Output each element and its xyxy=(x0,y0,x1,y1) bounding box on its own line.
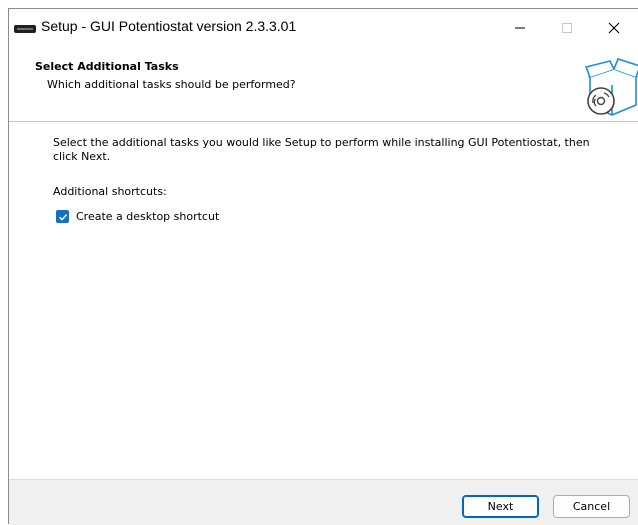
page-subtitle: Which additional tasks should be perform… xyxy=(47,78,296,91)
page-title: Select Additional Tasks xyxy=(35,60,179,73)
software-box-cd-icon xyxy=(584,58,638,116)
window-title: Setup - GUI Potentiostat version 2.3.3.0… xyxy=(41,18,297,34)
minimize-icon xyxy=(515,27,525,28)
close-icon xyxy=(608,22,620,33)
intro-text: Select the additional tasks you would li… xyxy=(53,136,590,163)
desktop-shortcut-option[interactable]: Create a desktop shortcut xyxy=(56,210,219,223)
maximize-icon xyxy=(562,22,572,33)
cancel-button[interactable]: Cancel xyxy=(553,495,630,518)
minimize-button[interactable] xyxy=(497,9,543,46)
wizard-header: Select Additional Tasks Which additional… xyxy=(9,46,638,122)
next-button[interactable]: Next xyxy=(462,495,539,518)
setup-window: Setup - GUI Potentiostat version 2.3.3.0… xyxy=(8,8,638,525)
additional-shortcuts-label: Additional shortcuts: xyxy=(53,185,167,198)
maximize-button[interactable] xyxy=(544,9,590,46)
wizard-content: Select the additional tasks you would li… xyxy=(9,122,638,480)
desktop-shortcut-label: Create a desktop shortcut xyxy=(76,210,220,223)
title-bar[interactable]: Setup - GUI Potentiostat version 2.3.3.0… xyxy=(9,9,638,46)
wizard-footer: Next Cancel xyxy=(9,480,638,525)
desktop-shortcut-checkbox[interactable] xyxy=(56,210,69,223)
installer-icon xyxy=(14,25,36,33)
close-button[interactable] xyxy=(591,9,637,46)
checkmark-icon xyxy=(58,213,67,221)
